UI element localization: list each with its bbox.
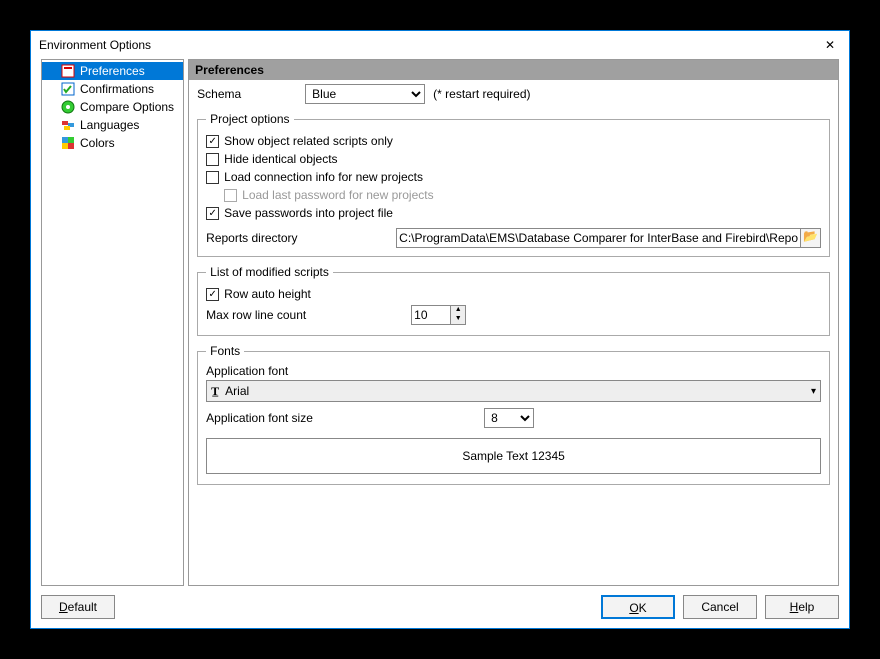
tree-label: Colors: [80, 136, 115, 150]
font-glyph-icon: T̲: [211, 384, 219, 399]
font-value: Arial: [225, 384, 249, 398]
languages-icon: [60, 117, 76, 133]
reports-value: C:\ProgramData\EMS\Database Comparer for…: [399, 231, 798, 245]
schema-note: (* restart required): [433, 87, 530, 101]
sample-text-box: Sample Text 12345: [206, 438, 821, 474]
tree-item-colors[interactable]: Colors: [42, 134, 183, 152]
checkbox-icon: ✓: [206, 135, 219, 148]
environment-options-window: Environment Options ✕ Preferences Confir…: [30, 30, 850, 629]
checkbox-icon: [206, 153, 219, 166]
tree-label: Preferences: [80, 64, 145, 78]
content-area: Preferences Confirmations Compare Option…: [31, 59, 849, 586]
checkbox-icon: [206, 171, 219, 184]
schema-label: Schema: [197, 87, 297, 101]
tree-label: Confirmations: [80, 82, 154, 96]
reports-label: Reports directory: [206, 231, 396, 245]
app-font-select[interactable]: T̲ Arial ▾: [206, 380, 821, 402]
cb-label: Show object related scripts only: [224, 134, 393, 148]
cb-label: Load connection info for new projects: [224, 170, 423, 184]
preferences-icon: [60, 63, 76, 79]
project-options-legend: Project options: [206, 112, 293, 126]
app-font-label: Application font: [206, 364, 821, 378]
spin-up-icon[interactable]: ▲: [451, 306, 465, 315]
close-icon[interactable]: ✕: [819, 38, 841, 52]
folder-icon: 📂: [803, 229, 818, 243]
btn-label: efault: [68, 600, 97, 614]
tree-item-confirmations[interactable]: Confirmations: [42, 80, 183, 98]
cancel-button[interactable]: Cancel: [683, 595, 757, 619]
cb-label: Row auto height: [224, 287, 311, 301]
scripts-legend: List of modified scripts: [206, 265, 333, 279]
max-row-input[interactable]: [411, 305, 451, 325]
cb-load-pwd: Load last password for new projects: [206, 186, 821, 204]
schema-row: Schema Blue (* restart required): [189, 80, 838, 108]
cb-load-conn[interactable]: Load connection info for new projects: [206, 168, 821, 186]
tree-label: Compare Options: [80, 100, 174, 114]
titlebar: Environment Options ✕: [31, 31, 849, 59]
help-button[interactable]: Help: [765, 595, 839, 619]
default-button[interactable]: Default: [41, 595, 115, 619]
checkbox-icon: ✓: [206, 288, 219, 301]
button-bar: Default OK Cancel Help: [31, 586, 849, 628]
spin-down-icon[interactable]: ▼: [451, 315, 465, 324]
max-row-spinner[interactable]: ▲ ▼: [411, 305, 466, 325]
checkbox-icon: [224, 189, 237, 202]
spinner-buttons: ▲ ▼: [451, 305, 466, 325]
font-size-row: Application font size 8: [206, 404, 821, 432]
cb-show-scripts[interactable]: ✓ Show object related scripts only: [206, 132, 821, 150]
max-row-label: Max row line count: [206, 308, 406, 322]
reports-row: Reports directory C:\ProgramData\EMS\Dat…: [206, 222, 821, 248]
tree-item-compare[interactable]: Compare Options: [42, 98, 183, 116]
confirmations-icon: [60, 81, 76, 97]
max-row-row: Max row line count ▲ ▼: [206, 303, 821, 327]
cb-label: Load last password for new projects: [242, 188, 433, 202]
colors-icon: [60, 135, 76, 151]
category-tree: Preferences Confirmations Compare Option…: [41, 59, 184, 586]
tree-label: Languages: [80, 118, 139, 132]
reports-directory-input[interactable]: C:\ProgramData\EMS\Database Comparer for…: [396, 228, 801, 248]
cb-row-auto[interactable]: ✓ Row auto height: [206, 285, 821, 303]
fonts-legend: Fonts: [206, 344, 244, 358]
window-title: Environment Options: [39, 38, 151, 52]
project-options-group: Project options ✓ Show object related sc…: [197, 112, 830, 257]
cb-hide-identical[interactable]: Hide identical objects: [206, 150, 821, 168]
checkbox-icon: ✓: [206, 207, 219, 220]
cb-label: Save passwords into project file: [224, 206, 393, 220]
font-size-select[interactable]: 8: [484, 408, 534, 428]
font-size-label: Application font size: [206, 411, 476, 425]
compare-icon: [60, 99, 76, 115]
tree-item-languages[interactable]: Languages: [42, 116, 183, 134]
chevron-down-icon: ▾: [811, 386, 816, 397]
panel-header: Preferences: [189, 60, 838, 80]
scripts-group: List of modified scripts ✓ Row auto heig…: [197, 265, 830, 336]
browse-folder-button[interactable]: 📂: [801, 228, 821, 248]
ok-button[interactable]: OK: [601, 595, 675, 619]
fonts-group: Fonts Application font T̲ Arial ▾ Applic…: [197, 344, 830, 485]
tree-item-preferences[interactable]: Preferences: [42, 62, 183, 80]
cb-save-pwd[interactable]: ✓ Save passwords into project file: [206, 204, 821, 222]
preferences-panel: Preferences Schema Blue (* restart requi…: [188, 59, 839, 586]
cb-label: Hide identical objects: [224, 152, 337, 166]
schema-select[interactable]: Blue: [305, 84, 425, 104]
